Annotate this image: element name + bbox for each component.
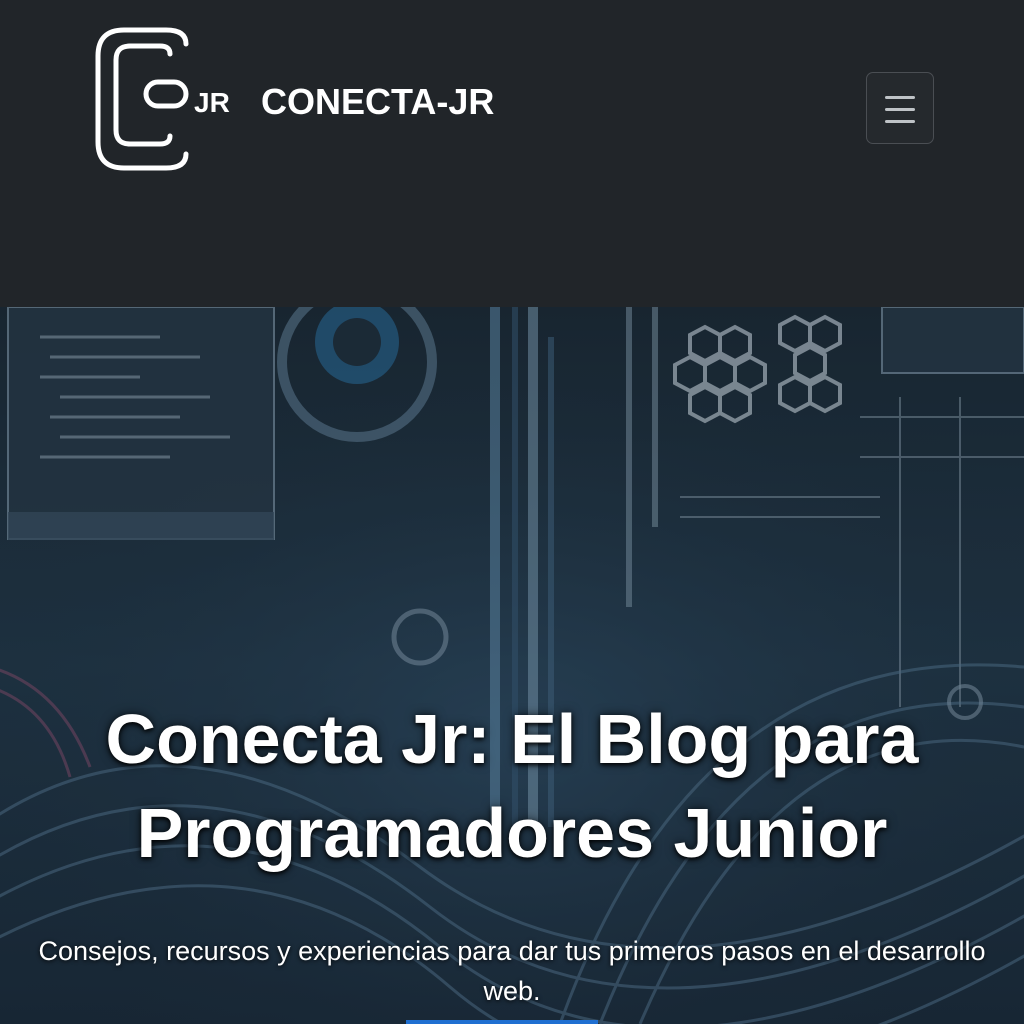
brand-name[interactable]: CONECTA-JR <box>261 80 494 124</box>
hero-section: Conecta Jr: El Blog para Programadores J… <box>0 307 1024 1024</box>
hero-subtitle: Consejos, recursos y experiencias para d… <box>38 936 986 1006</box>
hero-title-line-1: Conecta Jr: El Blog para <box>105 700 919 778</box>
hero-title: Conecta Jr: El Blog para Programadores J… <box>60 692 964 880</box>
brand-logo[interactable]: JR <box>94 26 234 172</box>
hero-title-line-2: Programadores Junior <box>136 794 888 872</box>
menu-toggle-button[interactable] <box>866 72 934 144</box>
navbar: JR CONECTA-JR <box>0 0 1024 307</box>
hero-background-image <box>0 307 1024 1024</box>
logo-icon: JR <box>95 27 230 171</box>
hero-cta-button[interactable] <box>406 1020 598 1024</box>
logo-text: JR <box>194 87 230 118</box>
hamburger-menu-icon <box>885 96 915 123</box>
